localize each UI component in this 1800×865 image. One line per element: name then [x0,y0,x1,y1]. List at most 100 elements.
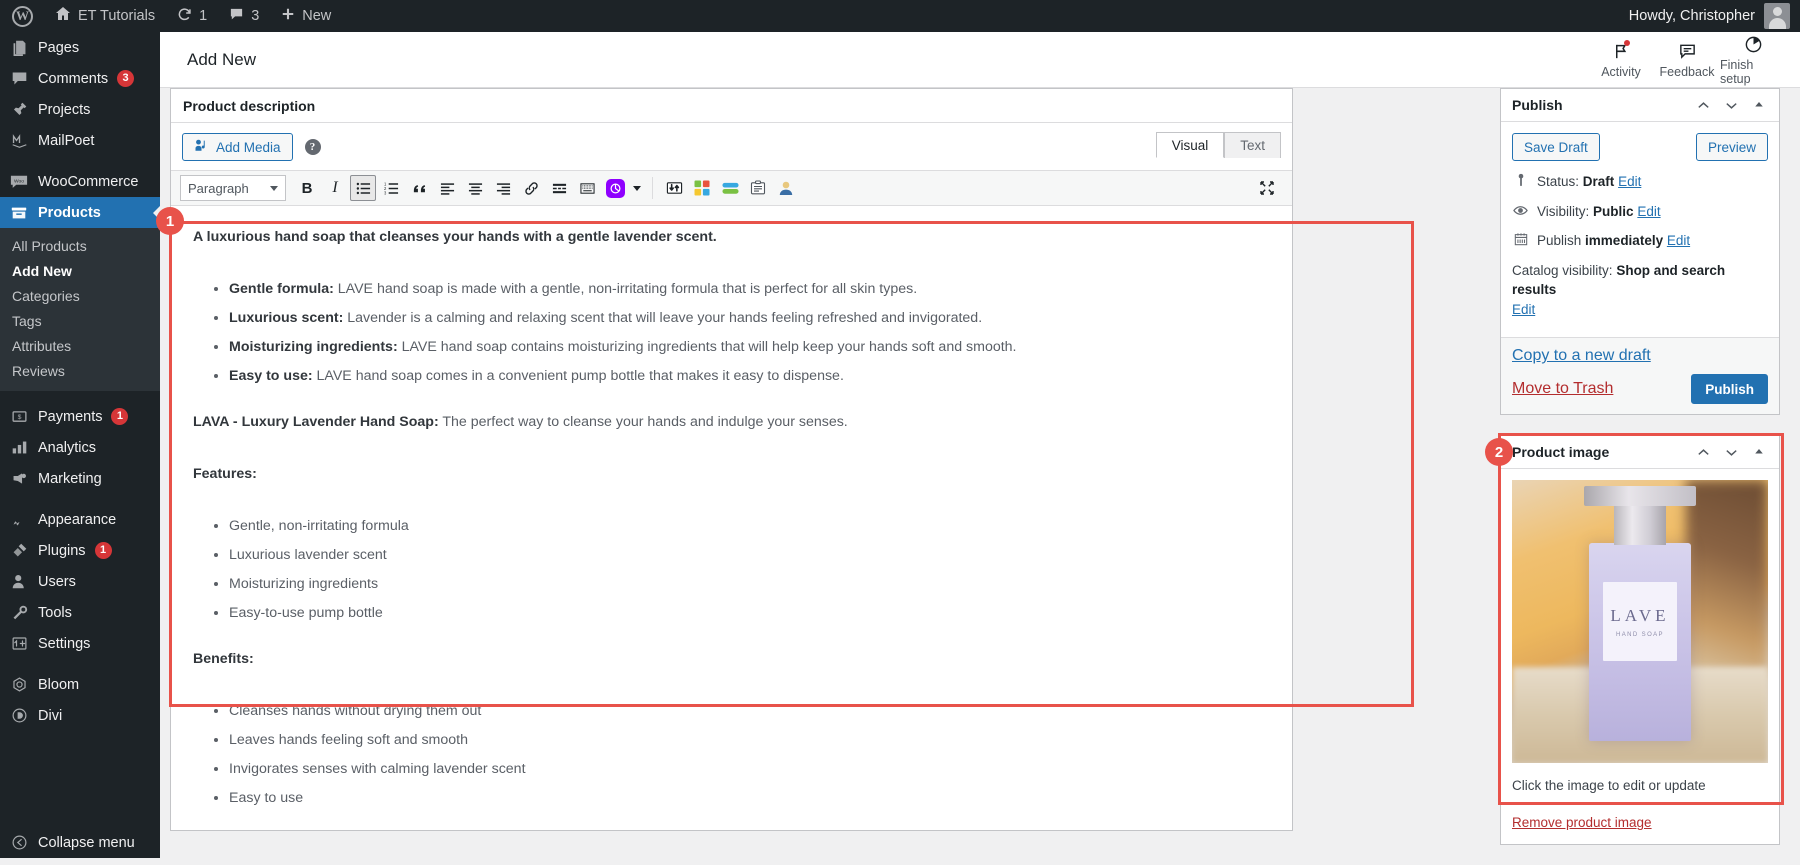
publish-footer-row: Move to Trash Publish [1512,374,1768,404]
finish-setup-button[interactable]: Finish setup [1720,33,1786,86]
sidebar-item-appearance[interactable]: Appearance [0,504,160,535]
add-media-button[interactable]: Add Media [182,133,293,161]
sidebar-item-analytics[interactable]: Analytics [0,432,160,463]
fullscreen-button[interactable] [1255,176,1279,200]
chevron-up-icon[interactable] [1691,93,1715,117]
activity-button[interactable]: Activity [1588,40,1654,79]
sidebar-item-woocommerce[interactable]: Woo WooCommerce [0,166,160,197]
submenu-item-attributes[interactable]: Attributes [0,333,160,358]
bottle-neck [1614,500,1665,545]
account-menu[interactable]: Howdy, Christopher [1629,3,1800,29]
link-button[interactable] [518,175,544,201]
save-draft-button[interactable]: Save Draft [1512,133,1600,161]
sidebar-item-tools[interactable]: Tools [0,597,160,628]
copy-to-new-draft-link[interactable]: Copy to a new draft [1512,347,1768,365]
move-to-trash-link[interactable]: Move to Trash [1512,380,1613,398]
chevron-down-icon[interactable] [1719,440,1743,464]
updates-menu[interactable]: 1 [166,0,218,32]
woo-icon: Woo [9,172,29,192]
publish-sidebar: Publish Save Draft Preview [1500,88,1780,865]
users-icon [9,572,29,592]
submenu-item-categories[interactable]: Categories [0,283,160,308]
site-name-menu[interactable]: ET Tutorials [44,0,166,32]
italic-button[interactable]: I [322,175,348,201]
visibility-edit-link[interactable]: Edit [1637,204,1660,219]
schedule-text: Publish immediately Edit [1537,231,1690,251]
list-item: Gentle formula: LAVE hand soap is made w… [229,278,1270,300]
submenu-item-add-new[interactable]: Add New [0,258,160,283]
sidebar-item-payments[interactable]: $ Payments 1 [0,401,160,432]
sidebar-item-collapse-menu[interactable]: Collapse menu [0,827,160,858]
sidebar-item-marketing[interactable]: Marketing [0,463,160,494]
chevron-up-icon[interactable] [1691,440,1715,464]
sidebar-item-divi[interactable]: Divi [0,700,160,731]
wordpress-logo-button[interactable]: W [0,0,44,32]
bulleted-list-button[interactable] [350,175,376,201]
submenu-item-tags[interactable]: Tags [0,308,160,333]
collapse-icon [9,833,29,853]
tab-visual[interactable]: Visual [1156,132,1225,158]
comment-icon [229,7,244,26]
sidebar-item-projects[interactable]: Projects [0,94,160,125]
sidebar-item-label: Appearance [38,512,116,528]
status-edit-link[interactable]: Edit [1618,174,1641,189]
align-left-button[interactable] [434,175,460,201]
submenu-item-all-products[interactable]: All Products [0,233,160,258]
chevron-down-icon[interactable] [1719,93,1743,117]
new-content-menu[interactable]: New [270,0,342,32]
numbered-list-button[interactable]: 123 [378,175,404,201]
sidebar-item-bloom[interactable]: Bloom [0,669,160,700]
submenu-item-reviews[interactable]: Reviews [0,358,160,383]
tab-text[interactable]: Text [1224,132,1281,158]
product-description-box: Product description Add Media ? Visual T… [170,88,1293,831]
sidebar-item-plugins[interactable]: Plugins 1 [0,535,160,566]
comments-menu[interactable]: 3 [218,0,270,32]
publish-button[interactable]: Publish [1691,374,1768,404]
user-avatar-button[interactable] [773,175,799,201]
preview-button[interactable]: Preview [1696,133,1768,161]
list-item: Leaves hands feeling soft and smooth [229,729,1270,751]
schedule-edit-link[interactable]: Edit [1667,233,1690,248]
toolbar-toggle-button[interactable] [574,175,600,201]
divi-dropdown-caret-icon[interactable] [630,175,644,201]
editor-wrap: Add Media ? Visual Text Paragraph B I [171,123,1292,830]
divi-purple-button[interactable] [602,175,628,201]
catalog-visibility-row: Catalog visibility: Shop and search resu… [1512,261,1768,320]
form-button[interactable] [745,175,771,201]
sidebar-item-settings[interactable]: Settings [0,628,160,659]
catalog-edit-link[interactable]: Edit [1512,302,1535,317]
format-select[interactable]: Paragraph [180,175,286,201]
feedback-button[interactable]: Feedback [1654,40,1720,79]
layout-green-button[interactable] [717,175,743,201]
sidebar-item-label: Users [38,574,76,590]
doc-intro-text: A luxurious hand soap that cleanses your… [193,229,717,245]
read-more-button[interactable] [546,175,572,201]
insert-shortcode-button[interactable] [661,175,687,201]
align-right-button[interactable] [490,175,516,201]
payments-badge: 1 [111,408,128,425]
product-image-thumbnail[interactable]: LAVE HAND SOAP [1512,480,1768,763]
list-item: Luxurious lavender scent [229,544,1270,566]
product-description-title: Product description [183,98,315,114]
bold-button[interactable]: B [294,175,320,201]
toggle-panel-icon[interactable] [1747,440,1771,464]
sidebar-item-pages[interactable]: Pages [0,32,160,63]
editor-content-area[interactable]: A luxurious hand soap that cleanses your… [171,206,1292,830]
remove-product-image-link[interactable]: Remove product image [1512,815,1652,830]
sidebar-item-products[interactable]: Products [0,197,160,228]
blocks-color-button[interactable] [689,175,715,201]
site-name-label: ET Tutorials [78,8,155,24]
align-center-button[interactable] [462,175,488,201]
blockquote-button[interactable] [406,175,432,201]
toggle-panel-icon[interactable] [1747,93,1771,117]
sidebar-item-comments[interactable]: Comments 3 [0,63,160,94]
content-area: Product description Add Media ? Visual T… [160,88,1800,858]
sidebar-item-mailpoet[interactable]: MailPoet [0,125,160,156]
list-item: Easy to use [229,787,1270,809]
list-item: Moisturizing ingredients [229,573,1270,595]
sidebar-item-users[interactable]: Users [0,566,160,597]
bullet-text: LAVE hand soap contains moisturizing ing… [398,339,1017,355]
avatar [1764,3,1790,29]
help-icon[interactable]: ? [305,139,321,155]
settings-icon [9,634,29,654]
